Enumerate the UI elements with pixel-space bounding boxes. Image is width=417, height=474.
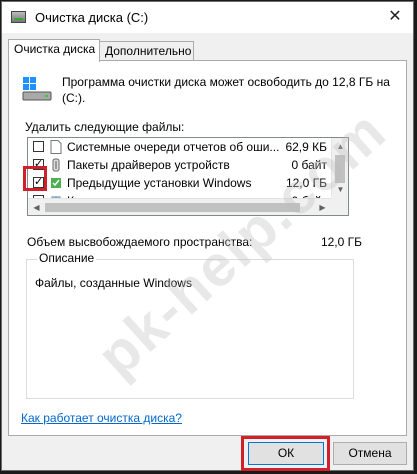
description-text: Файлы, созданные Windows xyxy=(35,276,192,290)
file-checkbox[interactable]: ✓ xyxy=(33,159,44,170)
scroll-up-icon[interactable]: ▲ xyxy=(332,138,348,155)
cleanup-summary: Программа очистки диска может освободить… xyxy=(62,75,390,105)
files-list-label: Удалить следующие файлы: xyxy=(25,120,185,134)
list-item[interactable]: ✓ Предыдущие установки Windows 12,0 ГБ xyxy=(28,174,331,192)
close-button[interactable]: ✕ xyxy=(385,8,405,26)
window-title: Очистка диска (C:) xyxy=(35,10,149,25)
list-item[interactable]: Системные очереди отчетов об оши... 62,9… xyxy=(28,138,331,156)
space-to-gain-value: 12,0 ГБ xyxy=(320,235,362,249)
tab-more-options[interactable]: Дополнительно xyxy=(99,41,194,61)
document-icon xyxy=(50,140,62,154)
driver-package-icon xyxy=(52,158,60,172)
file-size: 0 байт xyxy=(291,158,327,172)
horizontal-scrollbar[interactable]: ◀ ▶ xyxy=(28,198,331,215)
files-to-delete-list[interactable]: Системные очереди отчетов об оши... 62,9… xyxy=(27,137,349,216)
windows-installation-icon xyxy=(51,178,61,188)
vertical-scrollbar[interactable]: ▲ ▼ xyxy=(331,138,348,198)
file-name: Пакеты драйверов устройств xyxy=(67,158,230,172)
disk-cleanup-icon xyxy=(11,11,26,23)
disk-cleanup-window: Очистка диска (C:) ✕ Очистка диска Допол… xyxy=(1,1,414,471)
vertical-scroll-thumb[interactable] xyxy=(335,155,345,183)
file-name: Предыдущие установки Windows xyxy=(67,176,252,190)
drive-icon xyxy=(22,77,52,101)
tab-disk-cleanup[interactable]: Очистка диска xyxy=(8,39,100,62)
description-legend: Описание xyxy=(37,251,97,265)
cancel-button[interactable]: Отмена xyxy=(333,442,407,465)
description-group: Описание Файлы, созданные Windows xyxy=(26,251,354,399)
ok-button[interactable]: ОК xyxy=(248,442,324,465)
horizontal-scroll-thumb[interactable] xyxy=(45,203,300,212)
tab-panel: Программа очистки диска может освободить… xyxy=(8,60,407,436)
file-checkbox[interactable] xyxy=(33,141,44,152)
title-bar[interactable]: Очистка диска (C:) ✕ xyxy=(2,2,413,33)
how-it-works-link[interactable]: Как работает очистка диска? xyxy=(21,411,182,425)
file-name: Системные очереди отчетов об оши... xyxy=(67,140,280,154)
list-item[interactable]: ✓ Пакеты драйверов устройств 0 байт xyxy=(28,156,331,174)
file-checkbox[interactable]: ✓ xyxy=(33,177,44,188)
scroll-left-icon[interactable]: ◀ xyxy=(28,199,45,215)
space-to-gain-label: Объем высвобождаемого пространства: xyxy=(27,235,253,249)
scrollbar-corner xyxy=(331,196,348,215)
file-size: 12,0 ГБ xyxy=(285,176,327,190)
scroll-right-icon[interactable]: ▶ xyxy=(314,199,331,215)
file-size: 62,9 КБ xyxy=(285,140,327,154)
